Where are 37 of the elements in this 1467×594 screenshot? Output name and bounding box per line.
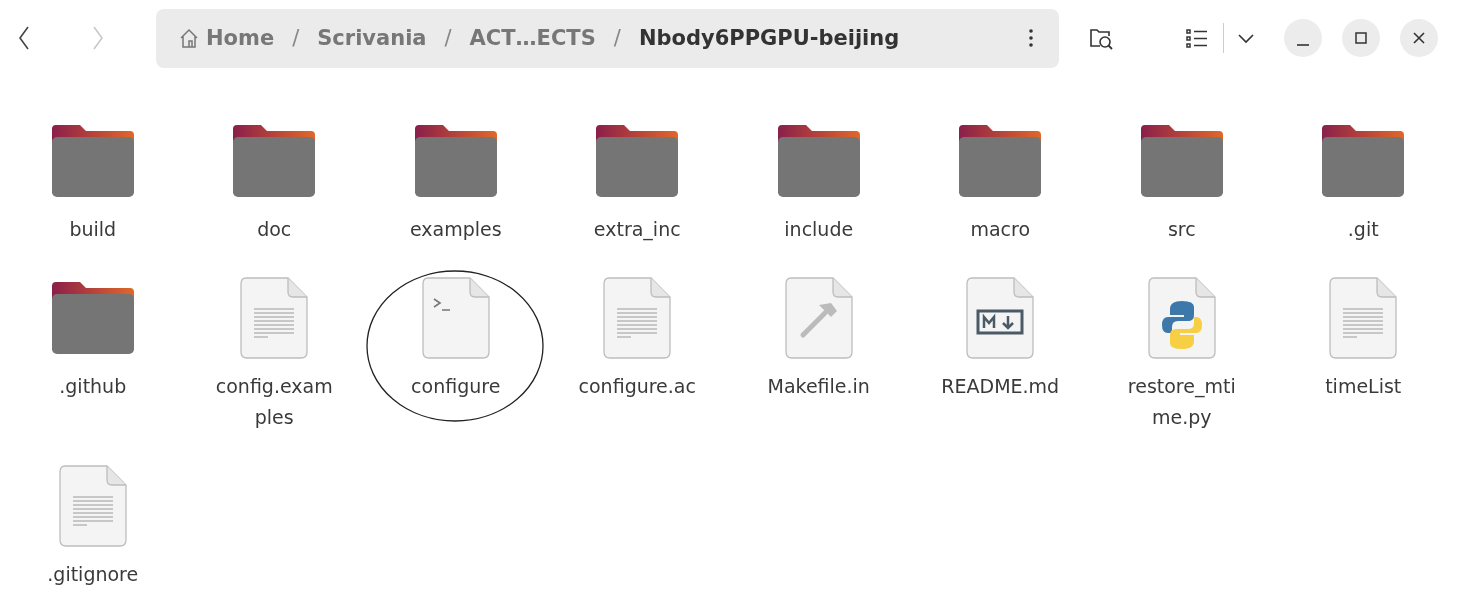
chevron-left-icon xyxy=(17,24,31,52)
chevron-down-icon xyxy=(1237,32,1255,44)
path-segment[interactable]: Home xyxy=(178,18,275,58)
file-name: build xyxy=(69,217,117,242)
path-separator: / xyxy=(292,26,300,50)
path-segment[interactable]: Nbody6PPGPU-beijing xyxy=(638,18,900,58)
file-name: .git xyxy=(1347,217,1379,242)
path-segment[interactable]: ACT…ECTS xyxy=(469,18,596,58)
file-name: macro xyxy=(970,217,1031,242)
file-name: timeList xyxy=(1325,374,1402,399)
path-separator: / xyxy=(444,26,452,50)
more-icon xyxy=(1028,28,1034,48)
maximize-icon xyxy=(1354,31,1368,45)
file-name: README.md xyxy=(941,374,1060,399)
file-name: include xyxy=(784,217,854,242)
file-name: .gitignore xyxy=(47,562,139,587)
maximize-button[interactable] xyxy=(1342,19,1380,57)
path-segment[interactable]: Scrivania xyxy=(317,18,427,58)
file-name: extra_inc xyxy=(593,217,681,243)
file-name: configure xyxy=(411,374,501,399)
close-icon xyxy=(1412,31,1426,45)
close-button[interactable] xyxy=(1400,19,1438,57)
chevron-right-icon xyxy=(91,24,105,52)
file-name: configure.ac xyxy=(578,374,696,399)
file-name: Makefile.in xyxy=(767,374,870,399)
file-name: restore_mti me.py xyxy=(1127,374,1236,430)
file-name: src xyxy=(1167,217,1196,242)
file-name: config.exam ples xyxy=(215,374,333,430)
file-name: doc xyxy=(257,217,292,242)
file-name: examples xyxy=(409,217,502,242)
minimize-icon xyxy=(1297,44,1309,46)
list-icon xyxy=(1185,27,1209,49)
snake-file-icon[interactable] xyxy=(1147,277,1216,359)
file-name: .github xyxy=(59,374,127,399)
path-separator: / xyxy=(613,26,621,50)
markdown-file-icon[interactable] xyxy=(966,277,1035,359)
home-icon xyxy=(178,27,200,49)
